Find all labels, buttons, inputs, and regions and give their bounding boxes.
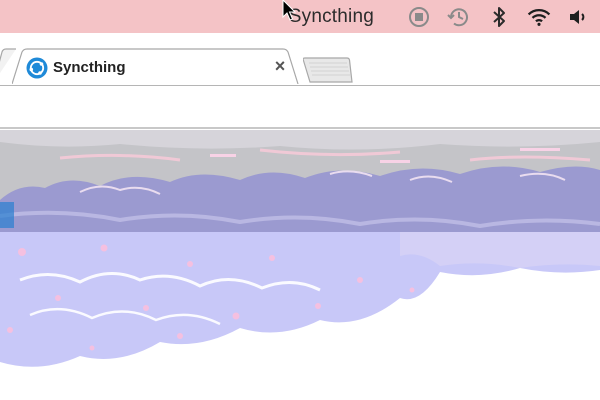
close-tab-icon[interactable]: × <box>271 57 289 75</box>
bluetooth-icon[interactable] <box>486 4 512 30</box>
time-machine-icon[interactable] <box>446 4 472 30</box>
menubar-app-name[interactable]: Syncthing <box>289 6 374 28</box>
new-tab-button[interactable] <box>302 57 353 83</box>
menu-bar: Syncthing <box>0 0 600 33</box>
tab-syncthing[interactable]: Syncthing × <box>12 48 312 84</box>
browser-tab-strip: Syncthing × <box>0 33 600 85</box>
browser-toolbar <box>0 85 600 129</box>
page-content <box>0 130 600 400</box>
tab-title: Syncthing <box>53 59 126 76</box>
cloud-background-image <box>0 130 600 367</box>
wifi-icon[interactable] <box>526 4 552 30</box>
volume-icon[interactable] <box>566 4 592 30</box>
stop-icon[interactable] <box>406 4 432 30</box>
mouse-cursor-icon <box>282 0 298 22</box>
syncthing-logo-icon <box>26 57 48 79</box>
